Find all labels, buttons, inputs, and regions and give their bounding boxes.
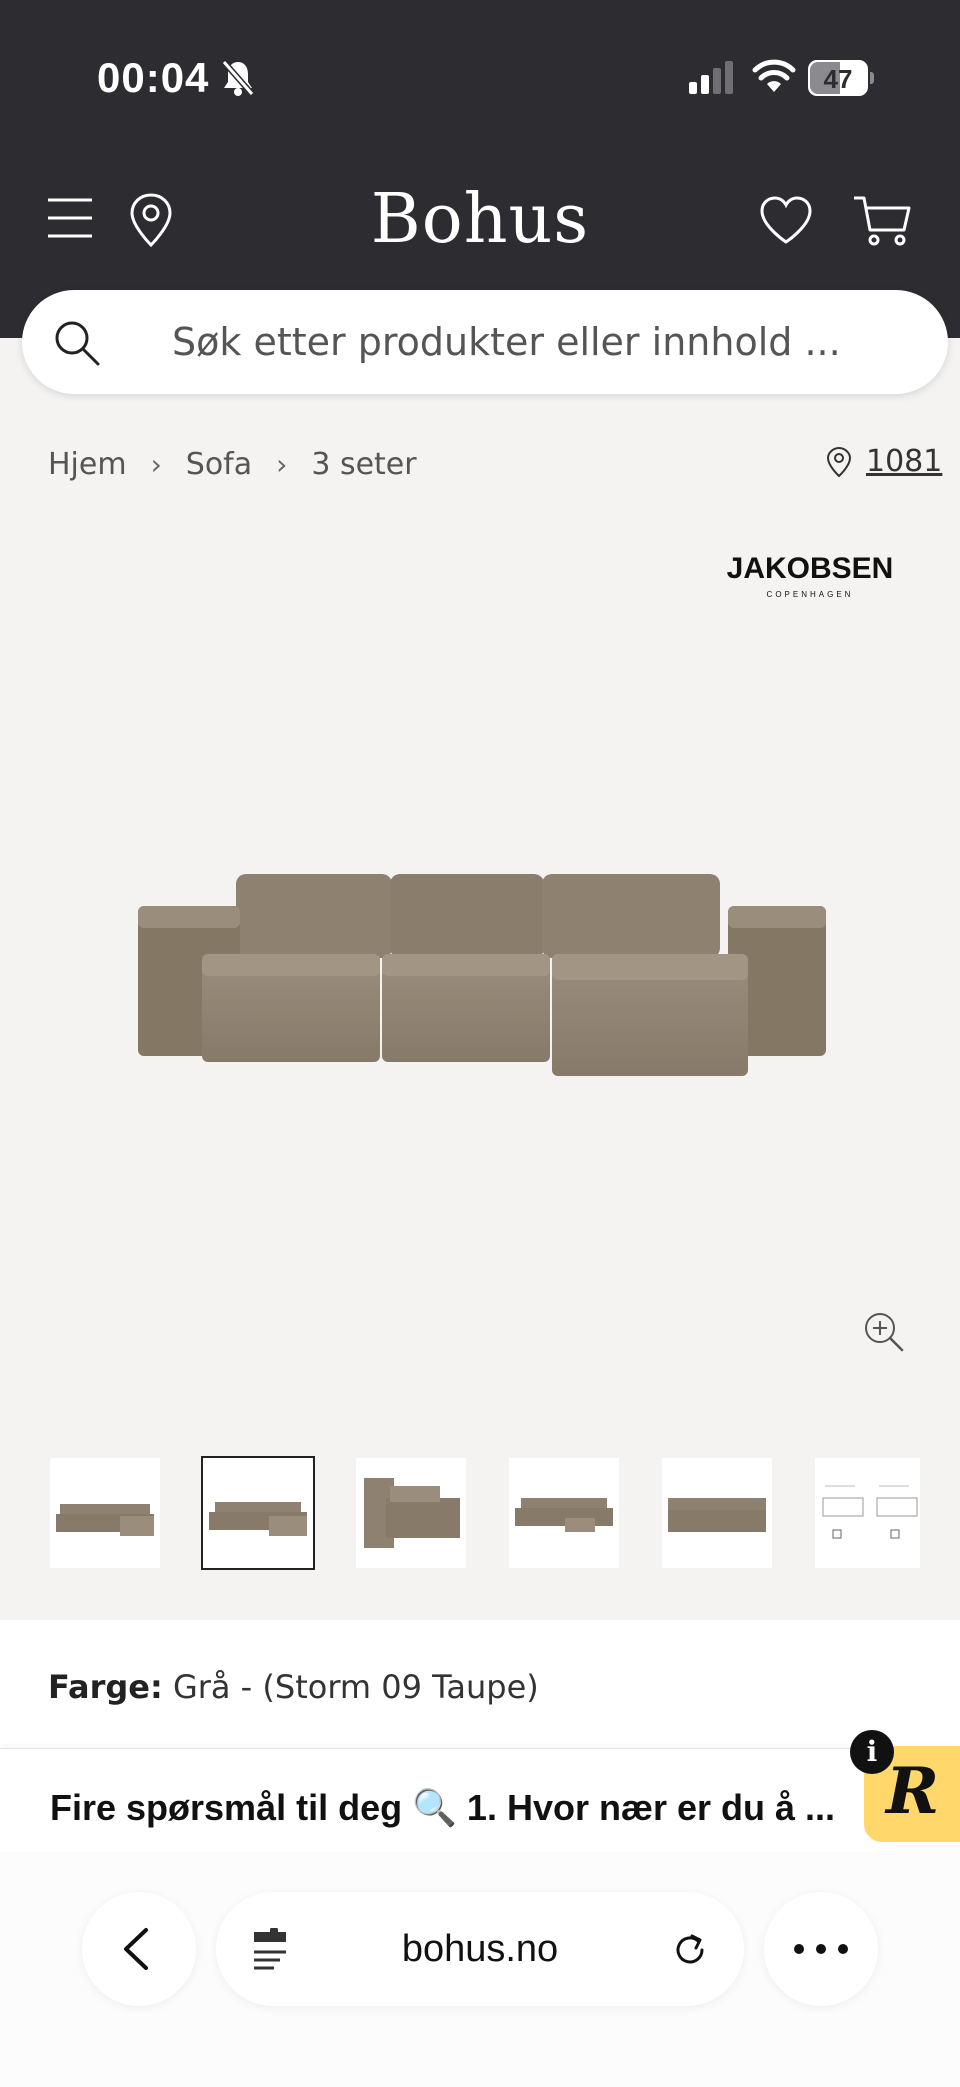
store-selector[interactable]: 1081 [826, 444, 942, 479]
location-pin-icon[interactable] [128, 192, 174, 248]
breadcrumb-3-seter[interactable]: 3 seter [311, 447, 416, 482]
bohus-logo[interactable]: Bohus [330, 180, 630, 259]
status-bar: 00:04 47 [0, 0, 960, 150]
thumbnail-3[interactable] [356, 1458, 466, 1568]
location-pin-icon [826, 446, 852, 477]
breadcrumb-sofa[interactable]: Sofa [186, 447, 252, 482]
address-bar[interactable]: bohus.no [216, 1892, 744, 2006]
zoom-in-icon[interactable] [862, 1310, 904, 1352]
thumbnail-sofa-image [209, 1502, 307, 1536]
color-value: Grå - (Storm 09 Taupe) [172, 1668, 539, 1706]
heart-icon[interactable] [758, 194, 814, 246]
thumbnail-2[interactable] [201, 1456, 315, 1570]
info-icon[interactable]: i [850, 1730, 894, 1774]
search-input[interactable] [172, 312, 912, 372]
thumbnail-strip [48, 1456, 920, 1572]
brand-subtitle: COPENHAGEN [766, 590, 854, 599]
color-label: Farge: [48, 1668, 163, 1706]
thumbnail-5[interactable] [662, 1458, 772, 1568]
color-selection: Farge: Grå - (Storm 09 Taupe) [48, 1668, 539, 1706]
reload-icon[interactable] [668, 1928, 712, 1972]
brand-logo: JAKOBSEN COPENHAGEN [720, 552, 900, 599]
thumbnail-1[interactable] [50, 1458, 160, 1568]
ellipsis-icon [794, 1944, 848, 1954]
search-icon [55, 321, 100, 366]
store-postcode[interactable]: 1081 [866, 444, 942, 479]
search-bar[interactable] [22, 290, 948, 394]
breadcrumb: Hjem › Sofa › 3 seter [48, 444, 417, 484]
thumbnail-diagram-image [822, 1485, 918, 1539]
battery-level: 47 [823, 64, 853, 94]
chevron-left-icon [124, 1928, 148, 1970]
back-button[interactable] [82, 1892, 196, 2006]
thumbnail-sofa-image [56, 1504, 154, 1536]
questions-banner-text: Fire spørsmål til deg 🔍 1. Hvor nær er d… [50, 1787, 836, 1828]
product-image[interactable] [132, 860, 832, 1080]
thumbnail-sofa-image [364, 1478, 460, 1548]
menu-icon[interactable] [46, 196, 94, 240]
more-options-button[interactable] [764, 1892, 878, 2006]
thumbnail-4[interactable] [509, 1458, 619, 1568]
thumbnail-6[interactable] [815, 1458, 920, 1568]
chat-widget-logo: R [886, 1754, 940, 1829]
status-time: 00:04 [97, 54, 210, 101]
chevron-right-icon: › [276, 447, 288, 481]
url-text: bohus.no [401, 1928, 559, 1970]
thumbnail-sofa-image [668, 1498, 766, 1532]
cart-icon[interactable] [852, 194, 912, 248]
cellular-signal-icon [689, 61, 733, 94]
breadcrumb-home[interactable]: Hjem [48, 447, 127, 482]
chevron-right-icon: › [150, 447, 162, 481]
brand-name: JAKOBSEN [726, 552, 894, 585]
battery-icon: 47 [808, 60, 874, 96]
thumbnail-sofa-image [515, 1498, 613, 1532]
silent-bell-icon [221, 60, 255, 96]
questions-banner[interactable]: Fire spørsmål til deg 🔍 1. Hvor nær er d… [0, 1748, 960, 1852]
wifi-icon [752, 59, 796, 92]
